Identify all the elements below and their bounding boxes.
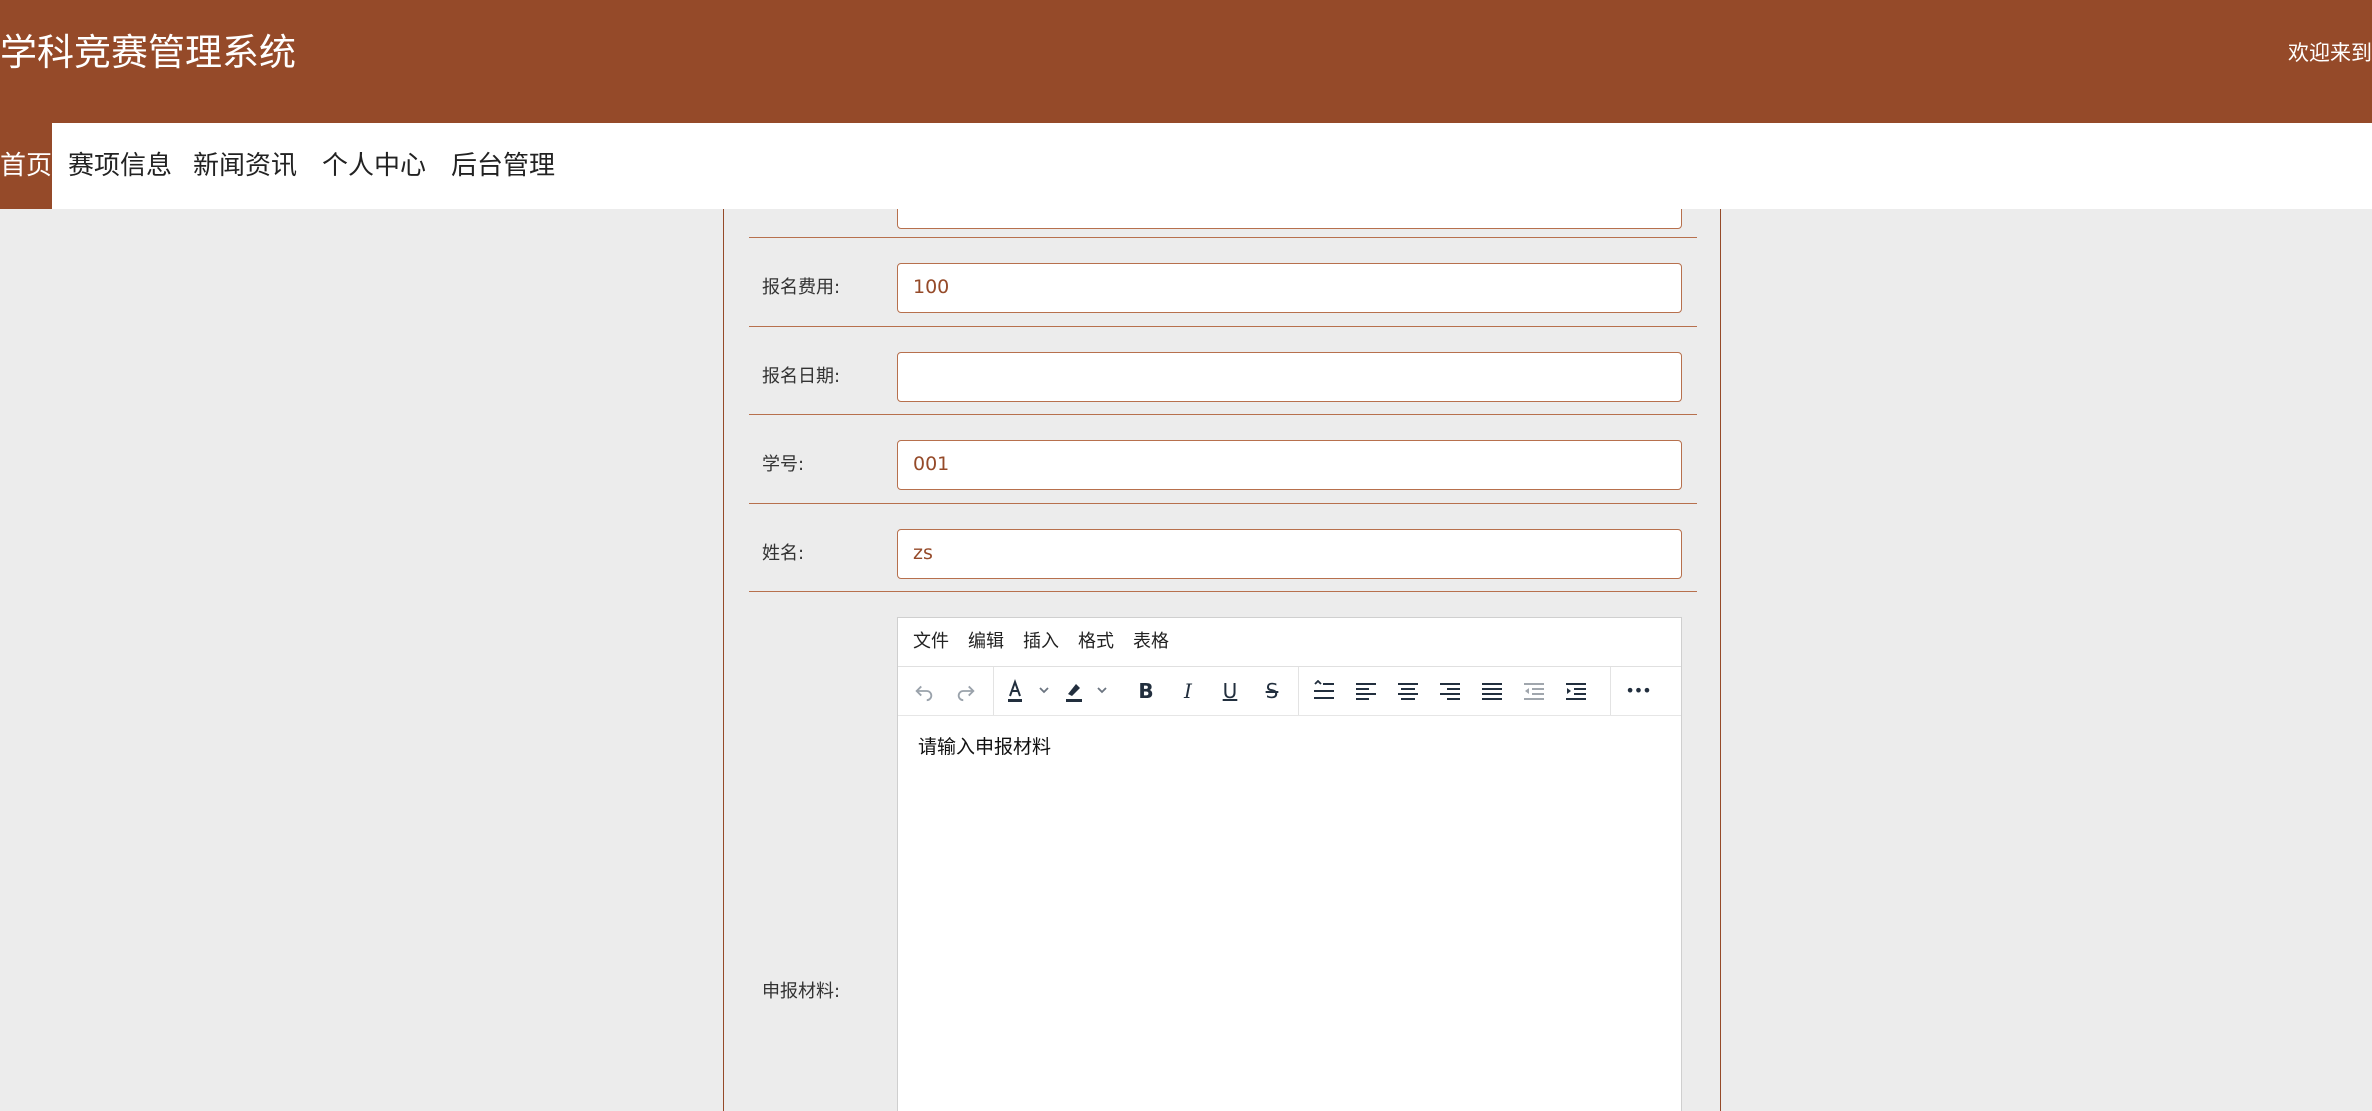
- fee-label: 报名费用:: [762, 277, 841, 298]
- main-nav: 首页 赛项信息 新闻资讯 个人中心 后台管理: [0, 123, 2372, 209]
- row-divider: [749, 591, 1697, 592]
- text-color-icon[interactable]: [1002, 676, 1056, 706]
- nav-item-admin[interactable]: 后台管理: [451, 123, 555, 209]
- align-justify-icon[interactable]: [1476, 676, 1508, 706]
- nav-item-competitions[interactable]: 赛项信息: [68, 123, 172, 209]
- bold-icon[interactable]: B: [1130, 676, 1162, 706]
- site-header: 学科竞赛管理系统 欢迎来到: [0, 0, 2372, 123]
- toolbar-separator: [1298, 667, 1299, 715]
- student-id-label: 学号:: [762, 454, 805, 475]
- align-right-icon[interactable]: [1434, 676, 1466, 706]
- menu-file[interactable]: 文件: [913, 630, 949, 654]
- italic-icon[interactable]: I: [1172, 676, 1204, 706]
- align-center-icon[interactable]: [1392, 676, 1424, 706]
- menu-insert[interactable]: 插入: [1023, 630, 1059, 654]
- underline-icon[interactable]: U: [1214, 676, 1246, 706]
- material-label: 申报材料:: [762, 981, 841, 1002]
- redo-icon[interactable]: [950, 676, 982, 706]
- more-icon[interactable]: •••: [1622, 676, 1654, 706]
- undo-icon[interactable]: [908, 676, 940, 706]
- row-divider: [749, 414, 1697, 415]
- toolbar-separator: [993, 667, 994, 715]
- name-input[interactable]: zs: [897, 529, 1682, 579]
- previous-field-input[interactable]: [897, 209, 1682, 229]
- toolbar-separator: [1610, 667, 1611, 715]
- menu-edit[interactable]: 编辑: [968, 630, 1004, 654]
- site-title: 学科竞赛管理系统: [0, 31, 296, 74]
- date-input[interactable]: [897, 352, 1682, 402]
- outdent-icon[interactable]: [1518, 676, 1550, 706]
- menu-format[interactable]: 格式: [1078, 630, 1114, 654]
- editor-toolbar: B I U S •••: [898, 667, 1681, 716]
- student-id-input[interactable]: 001: [897, 440, 1682, 490]
- welcome-text: 欢迎来到: [2288, 41, 2372, 65]
- editor-content[interactable]: 请输入申报材料: [918, 732, 1051, 759]
- strikethrough-icon[interactable]: S: [1256, 676, 1288, 706]
- line-height-icon[interactable]: [1308, 676, 1340, 706]
- indent-icon[interactable]: [1560, 676, 1592, 706]
- fee-input[interactable]: 100: [897, 263, 1682, 313]
- nav-item-news[interactable]: 新闻资讯: [193, 123, 297, 209]
- menu-table[interactable]: 表格: [1133, 630, 1169, 654]
- registration-form: 报名费用: 100 报名日期: 学号: 001 姓名: zs 申报材料: 文件 …: [723, 209, 1721, 1111]
- row-divider: [749, 237, 1697, 238]
- row-divider: [749, 326, 1697, 327]
- nav-item-home[interactable]: 首页: [0, 123, 52, 209]
- row-divider: [749, 503, 1697, 504]
- name-label: 姓名:: [762, 543, 805, 564]
- align-left-icon[interactable]: [1350, 676, 1382, 706]
- editor-menubar: 文件 编辑 插入 格式 表格: [898, 618, 1681, 667]
- highlight-icon[interactable]: [1060, 676, 1114, 706]
- rich-text-editor[interactable]: 文件 编辑 插入 格式 表格 B I U S ••• 请输入申报材料: [897, 617, 1682, 1111]
- nav-item-profile[interactable]: 个人中心: [322, 123, 426, 209]
- date-label: 报名日期:: [762, 366, 841, 387]
